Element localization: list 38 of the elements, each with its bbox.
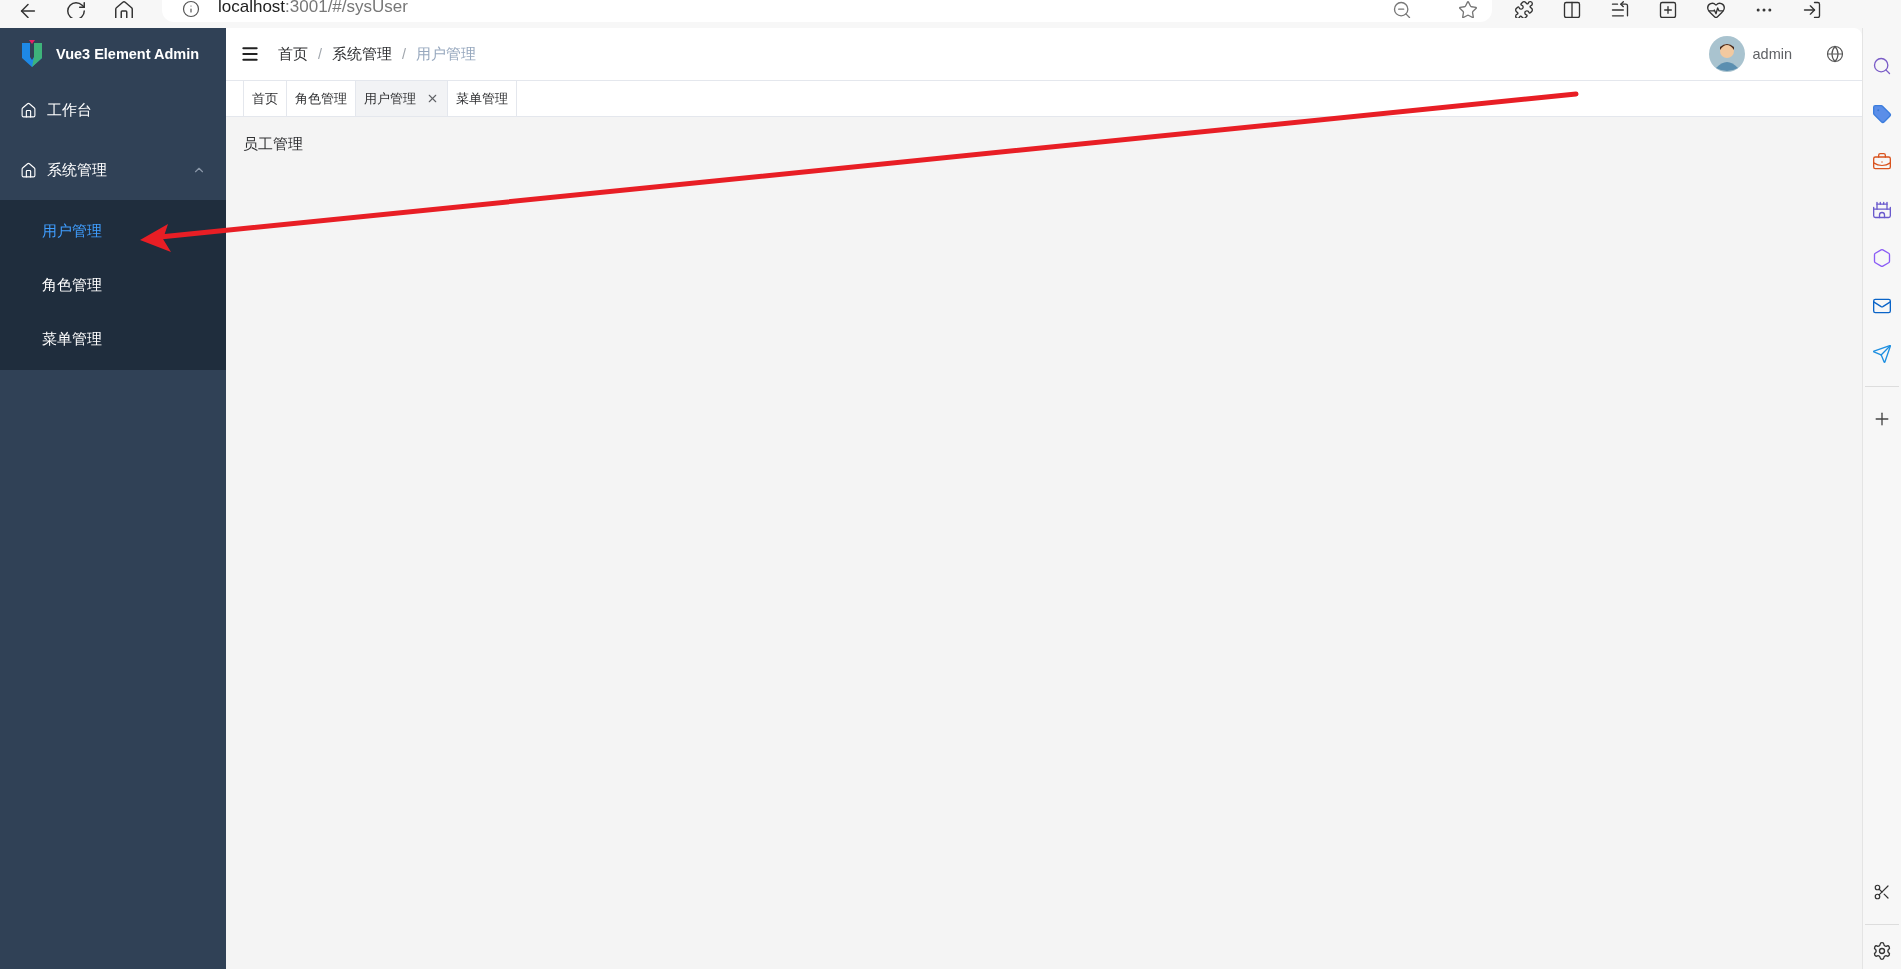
menu-item[interactable]: 工作台 — [0, 80, 226, 140]
menu-icon[interactable] — [240, 44, 260, 64]
search-icon[interactable] — [1872, 56, 1892, 76]
breadcrumb-item[interactable]: 系统管理 — [332, 44, 393, 64]
hexagon-icon[interactable] — [1872, 248, 1892, 268]
close-icon[interactable] — [426, 92, 439, 105]
url-text: localhost:3001/#/sysUser — [218, 0, 408, 14]
settings-icon[interactable] — [1872, 941, 1892, 961]
tab[interactable]: 用户管理 — [355, 81, 447, 116]
logo-text: Vue3 Element Admin — [56, 46, 200, 62]
submenu-item[interactable]: 用户管理 — [0, 204, 226, 258]
split-screen-icon[interactable] — [1562, 0, 1582, 18]
home-icon[interactable] — [20, 101, 37, 119]
info-icon[interactable] — [182, 0, 200, 18]
menu-item[interactable]: 系统管理 — [0, 140, 226, 200]
submenu-item[interactable]: 角色管理 — [0, 258, 226, 312]
avatar[interactable] — [1708, 36, 1745, 72]
toolbox-icon[interactable] — [1872, 152, 1892, 172]
breadcrumb-separator: / — [402, 46, 407, 62]
globe-icon[interactable] — [1826, 45, 1844, 63]
zoom-out-icon[interactable] — [1392, 0, 1412, 18]
health-icon[interactable] — [1706, 0, 1726, 18]
mail-icon[interactable] — [1872, 296, 1892, 316]
user-name[interactable]: admin — [1752, 46, 1792, 62]
home-icon[interactable] — [113, 0, 135, 18]
send-icon[interactable] — [1872, 344, 1892, 364]
address-bar[interactable]: localhost:3001/#/sysUser — [162, 0, 1492, 22]
tag-icon[interactable] — [1872, 104, 1892, 124]
logo-icon — [20, 40, 44, 68]
breadcrumb-item[interactable]: 首页 — [278, 44, 308, 64]
breadcrumb-separator: / — [318, 46, 323, 62]
refresh-icon[interactable] — [65, 0, 87, 18]
page-title: 员工管理 — [243, 136, 303, 152]
home-icon[interactable] — [20, 161, 37, 179]
puzzle-icon[interactable] — [1514, 0, 1534, 18]
tab[interactable]: 菜单管理 — [447, 81, 517, 116]
submenu-item[interactable]: 菜单管理 — [0, 312, 226, 366]
star-icon[interactable] — [1458, 0, 1478, 18]
